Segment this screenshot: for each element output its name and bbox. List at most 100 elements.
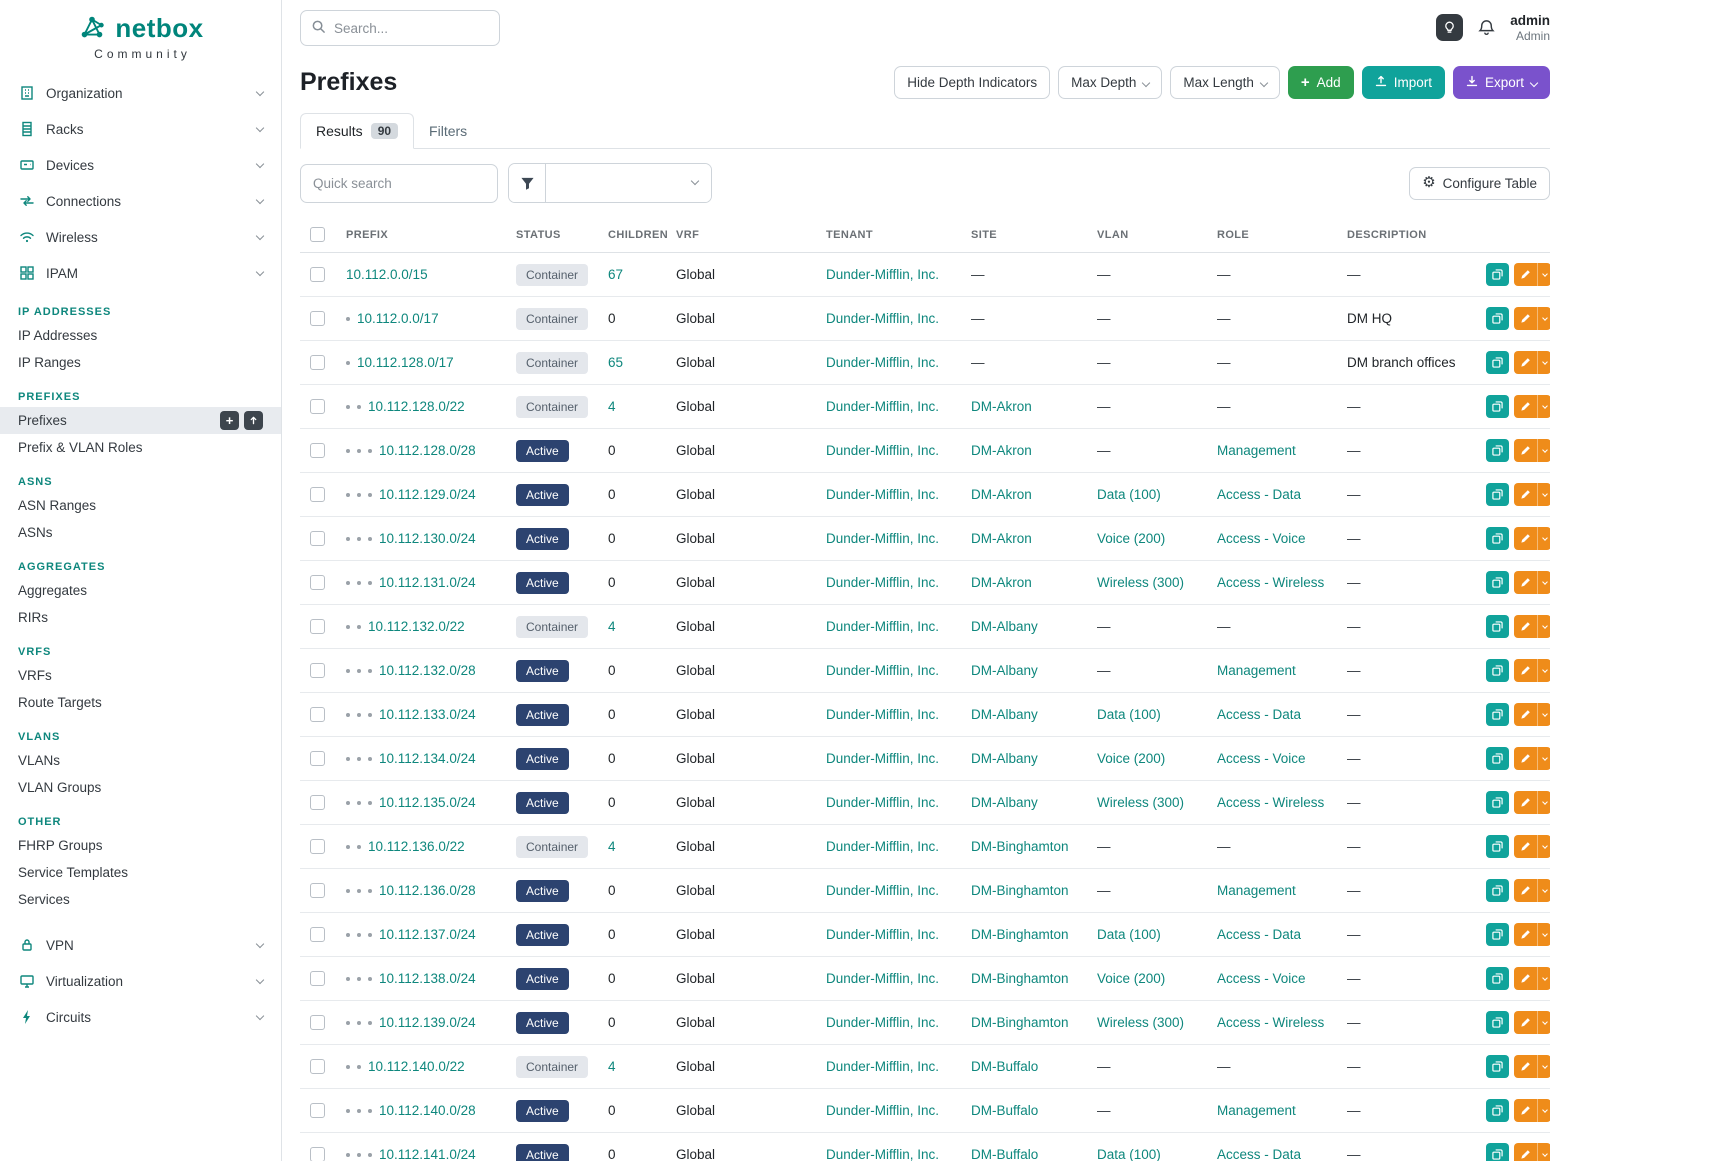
tenant-link[interactable]: Dunder-Mifflin, Inc. xyxy=(826,443,939,458)
row-checkbox[interactable] xyxy=(310,971,325,986)
row-checkbox[interactable] xyxy=(310,355,325,370)
prefix-link[interactable]: 10.112.0.0/17 xyxy=(357,311,439,326)
clone-button[interactable] xyxy=(1486,923,1509,946)
clone-button[interactable] xyxy=(1486,483,1509,506)
row-checkbox[interactable] xyxy=(310,1015,325,1030)
clone-button[interactable] xyxy=(1486,615,1509,638)
prefix-link[interactable]: 10.112.140.0/22 xyxy=(368,1059,465,1074)
site-link[interactable]: DM-Albany xyxy=(971,795,1038,810)
brand[interactable]: netbox Community xyxy=(0,12,281,67)
edit-dropdown-caret[interactable] xyxy=(1537,923,1550,946)
role-link[interactable]: Management xyxy=(1217,443,1296,458)
edit-dropdown-caret[interactable] xyxy=(1537,1011,1550,1034)
edit-dropdown-caret[interactable] xyxy=(1537,307,1550,330)
role-link[interactable]: Management xyxy=(1217,883,1296,898)
vlan-link[interactable]: Data (100) xyxy=(1097,707,1161,722)
children-link[interactable]: 4 xyxy=(608,399,616,414)
row-checkbox[interactable] xyxy=(310,883,325,898)
tenant-link[interactable]: Dunder-Mifflin, Inc. xyxy=(826,1059,939,1074)
prefix-link[interactable]: 10.112.136.0/22 xyxy=(368,839,465,854)
row-checkbox[interactable] xyxy=(310,1103,325,1118)
tenant-link[interactable]: Dunder-Mifflin, Inc. xyxy=(826,487,939,502)
vlan-link[interactable]: Wireless (300) xyxy=(1097,575,1184,590)
row-checkbox[interactable] xyxy=(310,927,325,942)
edit-dropdown-caret[interactable] xyxy=(1537,615,1550,638)
row-checkbox[interactable] xyxy=(310,795,325,810)
row-checkbox[interactable] xyxy=(310,575,325,590)
clone-button[interactable] xyxy=(1486,527,1509,550)
max-depth-dropdown[interactable]: Max Depth xyxy=(1058,66,1162,99)
bell-icon[interactable] xyxy=(1477,18,1496,37)
tenant-link[interactable]: Dunder-Mifflin, Inc. xyxy=(826,751,939,766)
prefix-link[interactable]: 10.112.136.0/28 xyxy=(379,883,476,898)
row-checkbox[interactable] xyxy=(310,707,325,722)
prefix-link[interactable]: 10.112.130.0/24 xyxy=(379,531,476,546)
row-checkbox[interactable] xyxy=(310,663,325,678)
tenant-link[interactable]: Dunder-Mifflin, Inc. xyxy=(826,663,939,678)
sidebar-item-rirs[interactable]: RIRs xyxy=(0,604,281,631)
vlan-link[interactable]: Wireless (300) xyxy=(1097,1015,1184,1030)
tenant-link[interactable]: Dunder-Mifflin, Inc. xyxy=(826,355,939,370)
sidebar-item-ip-addresses[interactable]: IP Addresses xyxy=(0,322,281,349)
saved-filter-select[interactable] xyxy=(546,164,711,202)
sidebar-item-vlans[interactable]: VLANs xyxy=(0,747,281,774)
edit-button[interactable] xyxy=(1514,307,1537,330)
configure-table-button[interactable]: ⚙Configure Table xyxy=(1409,167,1550,200)
vlan-link[interactable]: Wireless (300) xyxy=(1097,795,1184,810)
prefix-link[interactable]: 10.112.128.0/28 xyxy=(379,443,476,458)
clone-button[interactable] xyxy=(1486,791,1509,814)
site-link[interactable]: DM-Binghamton xyxy=(971,883,1069,898)
site-link[interactable]: DM-Albany xyxy=(971,663,1038,678)
clone-button[interactable] xyxy=(1486,263,1509,286)
site-link[interactable]: DM-Binghamton xyxy=(971,1015,1069,1030)
sidebar-item-ip-ranges[interactable]: IP Ranges xyxy=(0,349,281,376)
sidebar-item-asns[interactable]: ASNs xyxy=(0,519,281,546)
prefix-link[interactable]: 10.112.140.0/28 xyxy=(379,1103,476,1118)
site-link[interactable]: DM-Buffalo xyxy=(971,1103,1038,1118)
role-link[interactable]: Access - Data xyxy=(1217,487,1301,502)
clone-button[interactable] xyxy=(1486,395,1509,418)
edit-button[interactable] xyxy=(1514,703,1537,726)
edit-button[interactable] xyxy=(1514,527,1537,550)
export-button[interactable]: Export xyxy=(1453,66,1550,99)
tenant-link[interactable]: Dunder-Mifflin, Inc. xyxy=(826,619,939,634)
prefix-link[interactable]: 10.112.134.0/24 xyxy=(379,751,476,766)
vlan-link[interactable]: Voice (200) xyxy=(1097,531,1165,546)
tenant-link[interactable]: Dunder-Mifflin, Inc. xyxy=(826,1147,939,1161)
role-link[interactable]: Access - Voice xyxy=(1217,971,1306,986)
tenant-link[interactable]: Dunder-Mifflin, Inc. xyxy=(826,267,939,282)
role-link[interactable]: Access - Voice xyxy=(1217,531,1306,546)
site-link[interactable]: DM-Buffalo xyxy=(971,1059,1038,1074)
sidebar-item-prefixes[interactable]: Prefixes+ xyxy=(0,407,281,434)
clone-button[interactable] xyxy=(1486,835,1509,858)
clone-button[interactable] xyxy=(1486,351,1509,374)
clone-button[interactable] xyxy=(1486,571,1509,594)
tenant-link[interactable]: Dunder-Mifflin, Inc. xyxy=(826,399,939,414)
edit-button[interactable] xyxy=(1514,351,1537,374)
tenant-link[interactable]: Dunder-Mifflin, Inc. xyxy=(826,531,939,546)
row-checkbox[interactable] xyxy=(310,531,325,546)
clone-button[interactable] xyxy=(1486,879,1509,902)
site-link[interactable]: DM-Akron xyxy=(971,487,1032,502)
sidebar-item-devices[interactable]: Devices xyxy=(0,147,281,183)
edit-dropdown-caret[interactable] xyxy=(1537,835,1550,858)
prefix-link[interactable]: 10.112.141.0/24 xyxy=(379,1147,476,1161)
prefix-link[interactable]: 10.112.133.0/24 xyxy=(379,707,476,722)
site-link[interactable]: DM-Binghamton xyxy=(971,839,1069,854)
site-link[interactable]: DM-Binghamton xyxy=(971,971,1069,986)
children-link[interactable]: 67 xyxy=(608,267,623,282)
user-menu[interactable]: admin Admin xyxy=(1510,13,1550,44)
quick-import-button[interactable] xyxy=(244,411,263,430)
edit-dropdown-caret[interactable] xyxy=(1537,1143,1550,1161)
search-input[interactable] xyxy=(334,21,489,36)
children-link[interactable]: 4 xyxy=(608,839,616,854)
site-link[interactable]: DM-Akron xyxy=(971,399,1032,414)
tenant-link[interactable]: Dunder-Mifflin, Inc. xyxy=(826,1015,939,1030)
site-link[interactable]: DM-Binghamton xyxy=(971,927,1069,942)
edit-button[interactable] xyxy=(1514,879,1537,902)
tenant-link[interactable]: Dunder-Mifflin, Inc. xyxy=(826,707,939,722)
prefix-link[interactable]: 10.112.129.0/24 xyxy=(379,487,476,502)
tab-filters[interactable]: Filters xyxy=(414,113,482,148)
edit-dropdown-caret[interactable] xyxy=(1537,967,1550,990)
tenant-link[interactable]: Dunder-Mifflin, Inc. xyxy=(826,311,939,326)
